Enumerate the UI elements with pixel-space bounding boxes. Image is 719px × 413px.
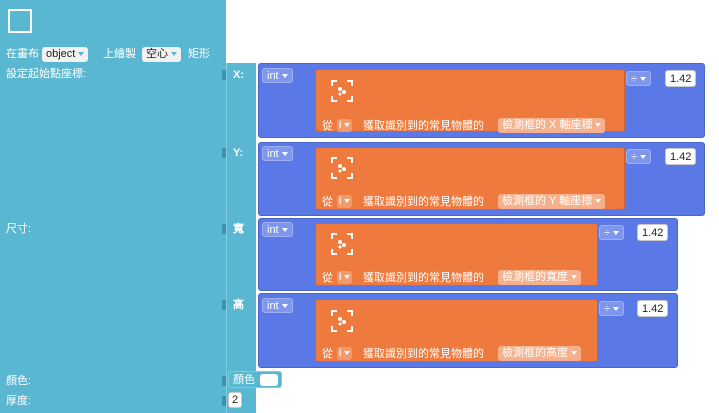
property-value: 檢測框的高度 bbox=[502, 347, 568, 359]
size-label: 尺寸: bbox=[6, 223, 32, 235]
chevron-down-icon bbox=[344, 275, 351, 280]
var-dropdown-width[interactable]: i bbox=[337, 271, 353, 284]
property-value: 檢測框的 Y 軸座標 bbox=[502, 195, 593, 207]
object-detect-icon bbox=[331, 80, 353, 102]
chevron-down-icon bbox=[171, 52, 177, 57]
property-value: 檢測框的寬度 bbox=[502, 271, 568, 283]
int-cast-dropdown-width[interactable]: int bbox=[262, 222, 293, 237]
number-input-y[interactable]: 1.42 bbox=[665, 148, 697, 165]
object-detect-icon bbox=[331, 233, 353, 255]
operator-value: ÷ bbox=[604, 303, 611, 315]
thickness-input[interactable]: 2 bbox=[228, 392, 243, 408]
draw-on-text: 上繪製 bbox=[103, 48, 136, 60]
from-text: 從 bbox=[322, 348, 333, 360]
chevron-down-icon bbox=[78, 52, 85, 57]
get-detected-text: 獲取識別到的常見物體的 bbox=[363, 196, 484, 208]
from-text: 從 bbox=[322, 272, 333, 284]
checkbox-outline-icon[interactable] bbox=[8, 9, 32, 33]
chevron-down-icon bbox=[595, 199, 602, 204]
input-notch bbox=[222, 300, 226, 310]
chevron-down-icon bbox=[281, 304, 288, 309]
var-value: i bbox=[339, 347, 342, 359]
chevron-down-icon bbox=[344, 351, 351, 356]
canvas-prefix-text: 在畫布 bbox=[6, 48, 39, 60]
operator-value: ÷ bbox=[604, 227, 611, 239]
fill-mode-value: 空心 bbox=[146, 48, 168, 60]
axis-label-height: 高 bbox=[233, 299, 244, 311]
fill-mode-dropdown[interactable]: 空心 bbox=[142, 47, 181, 62]
number-input-width[interactable]: 1.42 bbox=[637, 224, 669, 241]
input-notch bbox=[222, 376, 226, 386]
property-value: 檢測框的 X 軸座標 bbox=[502, 119, 593, 131]
operator-dropdown-y[interactable]: ÷ bbox=[626, 149, 652, 164]
color-input-label: 顏色 bbox=[233, 374, 255, 386]
var-dropdown-y[interactable]: i bbox=[337, 195, 353, 208]
input-notch bbox=[222, 396, 226, 406]
chevron-down-icon bbox=[613, 231, 620, 236]
operator-dropdown-x[interactable]: ÷ bbox=[626, 71, 652, 86]
shape-text: 矩形 bbox=[188, 48, 210, 60]
property-dropdown-height[interactable]: 檢測框的高度 bbox=[498, 346, 581, 361]
start-point-label: 設定起始點座標: bbox=[6, 68, 87, 80]
axis-label-y: Y: bbox=[233, 147, 244, 159]
int-cast-dropdown-height[interactable]: int bbox=[262, 298, 293, 313]
get-detected-text: 獲取識別到的常見物體的 bbox=[363, 272, 484, 284]
draw-rectangle-block[interactable] bbox=[0, 0, 226, 413]
number-input-x[interactable]: 1.42 bbox=[665, 70, 697, 87]
var-dropdown-height[interactable]: i bbox=[337, 347, 353, 360]
from-text: 從 bbox=[322, 120, 333, 132]
property-dropdown-y[interactable]: 檢測框的 Y 軸座標 bbox=[498, 194, 606, 209]
chevron-down-icon bbox=[281, 74, 288, 79]
input-notch bbox=[222, 148, 226, 158]
property-dropdown-width[interactable]: 檢測框的寬度 bbox=[498, 270, 581, 285]
operator-dropdown-height[interactable]: ÷ bbox=[599, 301, 625, 316]
int-cast-value: int bbox=[267, 300, 279, 312]
chevron-down-icon bbox=[595, 123, 602, 128]
chevron-down-icon bbox=[613, 307, 620, 312]
var-value: i bbox=[339, 271, 342, 283]
operator-dropdown-width[interactable]: ÷ bbox=[599, 225, 625, 240]
int-cast-dropdown-x[interactable]: int bbox=[262, 68, 293, 83]
canvas-dropdown[interactable]: object bbox=[42, 47, 89, 62]
chevron-down-icon bbox=[344, 199, 351, 204]
axis-label-width: 寬 bbox=[233, 223, 244, 235]
var-value: i bbox=[339, 119, 342, 131]
chevron-down-icon bbox=[640, 77, 647, 82]
input-notch bbox=[222, 70, 226, 80]
from-text: 從 bbox=[322, 196, 333, 208]
number-input-height[interactable]: 1.42 bbox=[637, 300, 669, 317]
var-dropdown-x[interactable]: i bbox=[337, 119, 353, 132]
get-detected-text: 獲取識別到的常見物體的 bbox=[363, 120, 484, 132]
chevron-down-icon bbox=[571, 275, 577, 280]
color-swatch[interactable] bbox=[260, 374, 278, 386]
int-cast-value: int bbox=[267, 148, 279, 160]
axis-label-x: X: bbox=[233, 69, 244, 81]
var-value: i bbox=[339, 195, 342, 207]
canvas-dropdown-value: object bbox=[46, 48, 76, 60]
chevron-down-icon bbox=[344, 123, 351, 128]
int-cast-value: int bbox=[267, 224, 279, 236]
input-notch bbox=[222, 224, 226, 234]
chevron-down-icon bbox=[640, 155, 647, 160]
operator-value: ÷ bbox=[631, 73, 638, 85]
thickness-label: 厚度: bbox=[6, 395, 32, 407]
input-column bbox=[226, 63, 256, 413]
int-cast-dropdown-y[interactable]: int bbox=[262, 146, 293, 161]
color-label: 顏色: bbox=[6, 375, 32, 387]
get-detected-text: 獲取識別到的常見物體的 bbox=[363, 348, 484, 360]
chevron-down-icon bbox=[571, 351, 577, 356]
property-dropdown-x[interactable]: 檢測框的 X 軸座標 bbox=[498, 118, 606, 133]
operator-value: ÷ bbox=[631, 151, 638, 163]
chevron-down-icon bbox=[281, 152, 288, 157]
object-detect-icon bbox=[331, 310, 353, 332]
int-cast-value: int bbox=[267, 70, 279, 82]
object-detect-icon bbox=[331, 157, 353, 179]
chevron-down-icon bbox=[281, 228, 288, 233]
